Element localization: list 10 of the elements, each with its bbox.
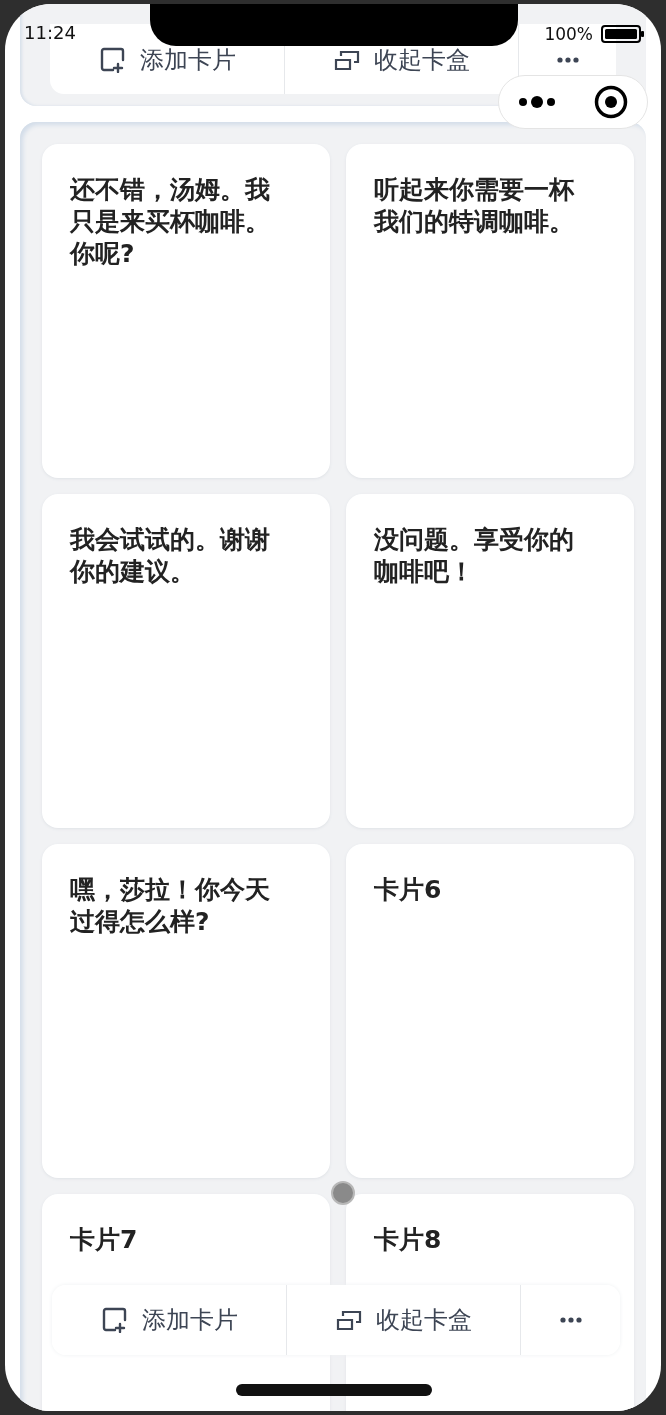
card-text: 没问题。享受你的咖啡吧！ (374, 524, 575, 588)
card-text: 还不错，汤姆。我只是来买杯咖啡。你呢? (70, 174, 271, 270)
status-time: 11:24 (24, 22, 76, 43)
card-text: 我会试试的。谢谢你的建议。 (70, 524, 271, 588)
card-text: 听起来你需要一杯我们的特调咖啡。 (374, 174, 576, 238)
card-text: 卡片6 (374, 874, 443, 906)
card-text: 卡片8 (374, 1224, 443, 1256)
card-text: 卡片7 (70, 1224, 139, 1256)
card-text: 嘿，莎拉！你今天过得怎么样? (70, 874, 271, 938)
battery-percent: 100% (544, 24, 593, 44)
